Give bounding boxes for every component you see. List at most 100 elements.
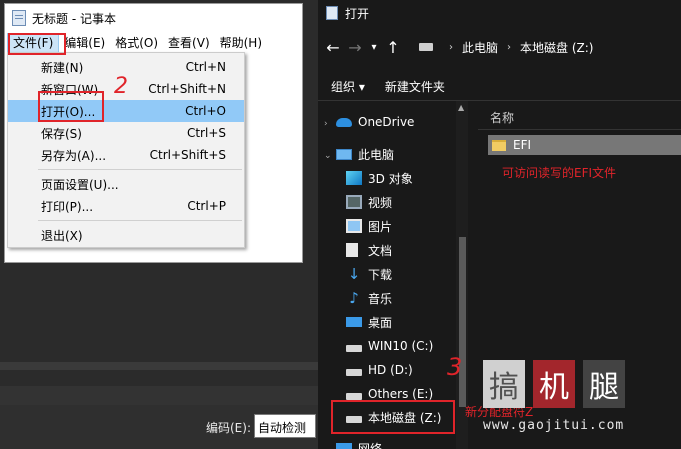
nav-item-label: 图片 (368, 219, 393, 234)
menu-separator (38, 169, 242, 170)
column-divider (478, 129, 681, 130)
chevron-down-icon[interactable]: ▾ (366, 42, 382, 53)
nav-item-drive-e[interactable]: Others (E:) (346, 383, 433, 405)
menu-item-shortcut: Ctrl+Shift+N (148, 82, 226, 96)
chevron-right-icon[interactable]: › (324, 119, 328, 129)
menu-item-open[interactable]: 打开(O)... Ctrl+O (8, 100, 244, 122)
annotation-folder-note: 可访问读写的EFI文件 (502, 166, 617, 180)
drive-icon (346, 392, 362, 400)
up-arrow-icon[interactable]: ↑ (382, 38, 404, 57)
nav-item-documents[interactable]: 文档 (346, 239, 392, 261)
document-icon (346, 243, 358, 257)
nav-item-drive-c[interactable]: WIN10 (C:) (346, 335, 433, 357)
organize-button[interactable]: 组织 ▾ (318, 78, 372, 95)
new-folder-button[interactable]: 新建文件夹 (378, 78, 452, 95)
encoding-select[interactable]: 自动检测 (254, 414, 316, 438)
cube-icon (346, 171, 362, 185)
menu-edit[interactable]: 编辑(E) (59, 33, 110, 53)
nav-item-label: Others (E:) (368, 387, 434, 401)
breadcrumb-this-pc[interactable]: 此电脑 (462, 39, 498, 56)
back-arrow-icon[interactable]: ← (322, 38, 344, 57)
nav-item-downloads[interactable]: ↓ 下载 (346, 263, 392, 285)
drive-icon (346, 344, 362, 352)
file-name: EFI (513, 138, 532, 152)
nav-pane-scrollbar[interactable]: ▲ (456, 101, 468, 449)
file-row-efi[interactable]: EFI (488, 135, 681, 155)
nav-item-label: 音乐 (368, 291, 393, 306)
menu-item-shortcut: Ctrl+N (185, 60, 226, 74)
nav-item-drive-d[interactable]: HD (D:) (346, 359, 413, 381)
nav-item-3d-objects[interactable]: 3D 对象 (346, 167, 413, 189)
nav-item-music[interactable]: ♪ 音乐 (346, 287, 392, 309)
breadcrumb[interactable]: › 此电脑 › 本地磁盘 (Z:) (419, 36, 593, 58)
menu-item-shortcut: Ctrl+S (186, 126, 226, 140)
chevron-down-icon[interactable]: ⌄ (324, 151, 332, 161)
annotation-step-3: 3 (447, 353, 463, 381)
network-icon (336, 443, 352, 449)
nav-item-label: 3D 对象 (368, 171, 413, 186)
nav-item-desktop[interactable]: 桌面 (346, 311, 392, 333)
menu-item-exit[interactable]: 退出(X) (8, 224, 244, 246)
menu-item-label: 另存为(A)... (41, 148, 107, 163)
scrollbar-thumb[interactable] (459, 237, 466, 407)
nav-item-drive-z[interactable]: 本地磁盘 (Z:) (346, 406, 441, 428)
dialog-title: 打开 (345, 6, 370, 21)
drive-icon (346, 415, 362, 423)
column-header-name[interactable]: 名称 (490, 109, 514, 126)
menu-item-page-setup[interactable]: 页面设置(U)... (8, 173, 244, 195)
annotation-step-2: 2 (114, 74, 128, 99)
picture-icon (346, 219, 362, 233)
nav-item-label: 视频 (368, 195, 393, 210)
scroll-up-icon[interactable]: ▲ (458, 103, 464, 112)
nav-item-label: 文档 (368, 243, 393, 258)
watermark-url: www.gaojitui.com (483, 418, 625, 433)
watermark-tile: 腿 (583, 360, 625, 408)
forward-arrow-icon[interactable]: → (344, 38, 366, 57)
watermark-tile: 搞 (483, 360, 525, 408)
encoding-label: 编码(E): (206, 421, 251, 435)
notepad-icon (326, 6, 338, 20)
notepad-title-bar: 无标题 - 记事本 (5, 4, 302, 32)
background-strip (0, 386, 318, 406)
breadcrumb-drive-z[interactable]: 本地磁盘 (Z:) (520, 39, 593, 56)
background-strip (0, 362, 318, 370)
dialog-toolbar: 组织 ▾ 新建文件夹 (318, 72, 681, 100)
menu-item-shortcut: Ctrl+P (187, 199, 226, 213)
notepad-title: 无标题 - 记事本 (32, 11, 116, 26)
menu-item-save[interactable]: 保存(S) Ctrl+S (8, 122, 244, 144)
desktop-icon (346, 317, 362, 327)
cloud-icon (336, 117, 352, 127)
menu-help[interactable]: 帮助(H) (215, 33, 267, 53)
nav-item-label: 此电脑 (358, 147, 395, 162)
chevron-right-icon: › (449, 41, 453, 53)
navigation-pane: › OneDrive ⌄ 此电脑 3D 对象 视频 图片 文档 ↓ 下载 ♪ 音… (318, 101, 470, 449)
menu-separator (38, 220, 242, 221)
menu-item-label: 打开(O)... (41, 104, 96, 119)
menu-item-save-as[interactable]: 另存为(A)... Ctrl+Shift+S (8, 144, 244, 166)
nav-item-this-pc[interactable]: 此电脑 (336, 143, 394, 165)
menu-view[interactable]: 查看(V) (163, 33, 215, 53)
menu-item-shortcut: Ctrl+Shift+S (149, 148, 226, 162)
nav-item-network[interactable]: 网络 (336, 437, 382, 449)
folder-icon (492, 139, 506, 151)
chevron-right-icon: › (507, 41, 512, 53)
menu-item-shortcut: Ctrl+O (185, 104, 226, 118)
menu-item-print[interactable]: 打印(P)... Ctrl+P (8, 195, 244, 217)
nav-item-pictures[interactable]: 图片 (346, 215, 392, 237)
menu-format[interactable]: 格式(O) (110, 33, 163, 53)
nav-item-label: OneDrive (358, 115, 415, 129)
nav-item-label: 下载 (368, 267, 393, 282)
nav-item-onedrive[interactable]: OneDrive (336, 111, 414, 133)
notepad-menu-bar: 文件(F) 编辑(E) 格式(O) 查看(V) 帮助(H) (5, 32, 302, 54)
nav-item-label: HD (D:) (368, 363, 413, 377)
nav-item-videos[interactable]: 视频 (346, 191, 392, 213)
menu-item-label: 页面设置(U)... (41, 177, 119, 192)
download-icon: ↓ (347, 265, 361, 283)
menu-item-label: 打印(P)... (41, 199, 94, 214)
video-icon (346, 195, 362, 209)
computer-icon (336, 148, 352, 160)
menu-item-label: 新窗口(W) (41, 82, 99, 97)
menu-item-label: 新建(N) (41, 60, 84, 75)
menu-file[interactable]: 文件(F) (7, 33, 60, 53)
nav-item-label: 本地磁盘 (Z:) (368, 410, 442, 425)
